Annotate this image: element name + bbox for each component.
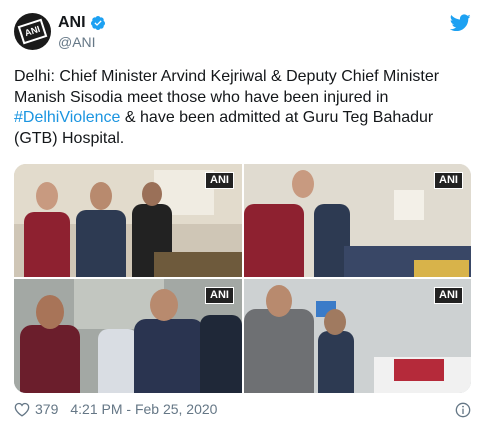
tweet-timestamp[interactable]: 4:21 PM - Feb 25, 2020 <box>70 401 217 417</box>
media-grid: ANI ANI ANI ANI <box>14 164 471 393</box>
author-handle[interactable]: @ANI <box>58 34 96 50</box>
photo-2[interactable]: ANI <box>244 164 471 277</box>
heart-icon[interactable] <box>14 402 30 417</box>
avatar-logo-text: ANI <box>17 18 48 45</box>
photo-1[interactable]: ANI <box>14 164 242 277</box>
tweet-footer: 379 4:21 PM - Feb 25, 2020 <box>14 401 217 417</box>
twitter-bird-icon[interactable] <box>450 14 471 32</box>
ani-watermark: ANI <box>434 172 463 189</box>
photo-4[interactable]: ANI <box>244 279 471 393</box>
verified-badge-icon <box>90 16 105 30</box>
like-count[interactable]: 379 <box>35 401 58 417</box>
info-icon[interactable] <box>455 402 471 418</box>
author-display-name[interactable]: ANI <box>58 14 86 32</box>
author-name-row: ANI <box>58 14 106 32</box>
avatar[interactable]: ANI <box>14 13 51 50</box>
hashtag-link[interactable]: #DelhiViolence <box>14 109 120 126</box>
tweet-text-part-1: Delhi: Chief Minister Arvind Kejriwal & … <box>14 68 440 106</box>
ani-watermark: ANI <box>205 172 234 189</box>
tweet-text: Delhi: Chief Minister Arvind Kejriwal & … <box>14 67 469 149</box>
photo-3[interactable]: ANI <box>14 279 242 393</box>
ani-watermark: ANI <box>205 287 234 304</box>
ani-watermark: ANI <box>434 287 463 304</box>
tweet-card: ANI ANI @ANI Delhi: Chief Minister Arvin… <box>0 0 485 432</box>
